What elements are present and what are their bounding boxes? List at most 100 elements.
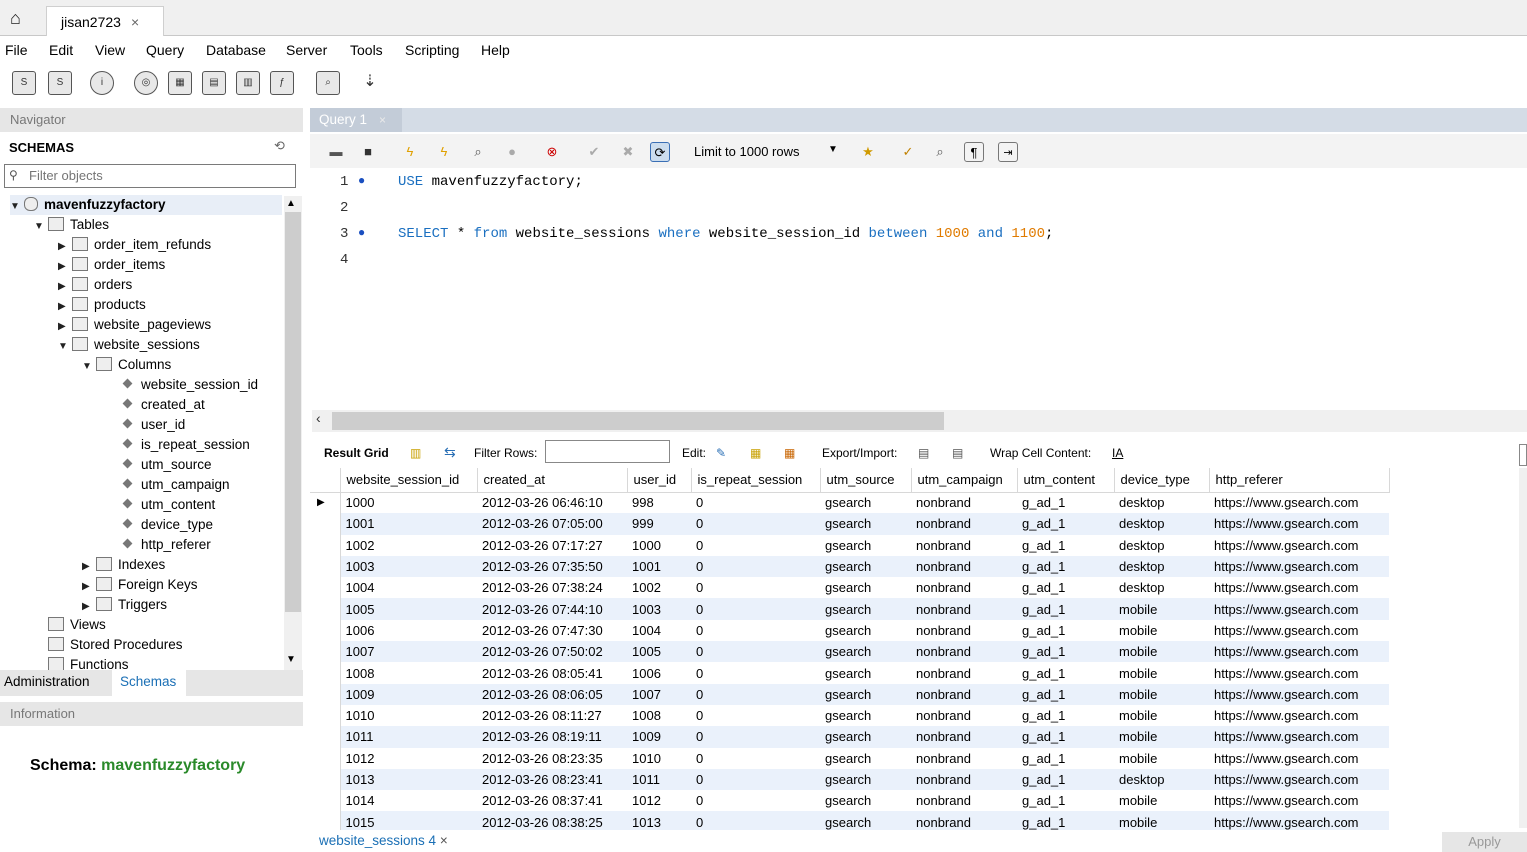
tree-column-item[interactable]: utm_content	[118, 495, 215, 515]
table-cell[interactable]: https://www.gsearch.com	[1209, 683, 1389, 705]
tree-foreign-keys-node[interactable]: ▶ Foreign Keys	[82, 575, 198, 595]
table-cell[interactable]: g_ad_1	[1017, 747, 1114, 769]
table-cell[interactable]: 2012-03-26 07:05:00	[477, 513, 627, 535]
autocommit-icon[interactable]: ⟳	[650, 142, 670, 162]
panel-toggle-icon[interactable]	[1519, 444, 1527, 466]
table-cell[interactable]: g_ad_1	[1017, 598, 1114, 620]
table-cell[interactable]: gsearch	[820, 641, 911, 663]
menu-edit[interactable]: Edit	[49, 42, 73, 58]
sql-editor[interactable]: 1 ● USE mavenfuzzyfactory; 2 3 ● SELECT …	[310, 168, 1527, 408]
table-cell[interactable]: 1003	[627, 598, 691, 620]
table-cell[interactable]: 1002	[627, 577, 691, 599]
table-cell[interactable]: 1004	[340, 577, 477, 599]
reconnect-icon[interactable]: ⇣	[358, 71, 382, 95]
table-cell[interactable]: nonbrand	[911, 619, 1017, 642]
create-view-icon[interactable]: ▤	[202, 71, 226, 95]
table-cell[interactable]: 1001	[340, 513, 477, 535]
table-cell[interactable]: 1013	[340, 768, 477, 791]
table-cell[interactable]: 1011	[627, 768, 691, 791]
execute-current-icon[interactable]: ϟ	[434, 142, 454, 162]
current-row-icon[interactable]: ▶	[310, 492, 341, 514]
table-cell[interactable]: 0	[691, 534, 820, 556]
close-icon[interactable]: ×	[379, 113, 386, 127]
table-cell[interactable]: g_ad_1	[1017, 790, 1114, 812]
create-table-icon[interactable]: ▦	[168, 71, 192, 95]
menu-file[interactable]: File	[5, 42, 28, 58]
table-row[interactable]: 1013 2012-03-26 08:23:41 1011 0 gsearch nonbr…	[310, 768, 1389, 791]
table-cell[interactable]: nonbrand	[911, 726, 1017, 748]
table-row[interactable]: 1005 2012-03-26 07:44:10 1003 0 gsearch nonbr…	[310, 598, 1389, 620]
invisible-chars-icon[interactable]: ¶	[964, 142, 984, 162]
stop-on-error-icon[interactable]: ⊗	[542, 142, 562, 162]
row-header[interactable]	[310, 619, 341, 642]
column-header[interactable]: device_type	[1114, 468, 1210, 493]
table-cell[interactable]: 2012-03-26 08:19:11	[477, 726, 627, 748]
row-header[interactable]	[310, 726, 341, 748]
table-cell[interactable]: gsearch	[820, 662, 911, 684]
table-cell[interactable]: g_ad_1	[1017, 662, 1114, 684]
table-cell[interactable]: g_ad_1	[1017, 704, 1114, 727]
table-cell[interactable]: desktop	[1114, 513, 1209, 535]
table-cell[interactable]: 1003	[340, 555, 477, 578]
table-row[interactable]: 1007 2012-03-26 07:50:02 1005 0 gsearch nonbr…	[310, 641, 1389, 663]
table-cell[interactable]: https://www.gsearch.com	[1209, 577, 1389, 599]
table-cell[interactable]: 2012-03-26 07:38:24	[477, 577, 627, 599]
export-icon[interactable]: ▤	[918, 446, 929, 460]
grid-view-icon[interactable]: ▥	[410, 446, 421, 460]
row-header[interactable]	[310, 747, 341, 769]
table-row[interactable]: 1010 2012-03-26 08:11:27 1008 0 gsearch nonbr…	[310, 704, 1389, 727]
table-cell[interactable]: nonbrand	[911, 534, 1017, 556]
table-cell[interactable]: 0	[691, 513, 820, 535]
table-cell[interactable]: mobile	[1114, 747, 1209, 769]
table-row[interactable]: 1001 2012-03-26 07:05:00 999 0 gsearch nonbra…	[310, 513, 1389, 535]
table-cell[interactable]: g_ad_1	[1017, 641, 1114, 663]
table-cell[interactable]: 2012-03-26 08:37:41	[477, 790, 627, 812]
filter-objects-field[interactable]: ⚲	[4, 164, 296, 188]
table-cell[interactable]: desktop	[1114, 768, 1209, 791]
scroll-left-icon[interactable]: ‹	[316, 410, 321, 426]
table-cell[interactable]: desktop	[1114, 492, 1209, 514]
filter-objects-input[interactable]	[29, 168, 289, 183]
menu-tools[interactable]: Tools	[350, 42, 383, 58]
column-header[interactable]: utm_source	[820, 468, 912, 493]
table-cell[interactable]: 1007	[340, 641, 477, 663]
table-cell[interactable]: https://www.gsearch.com	[1209, 555, 1389, 578]
table-cell[interactable]: 1010	[627, 747, 691, 769]
table-cell[interactable]: g_ad_1	[1017, 492, 1114, 514]
table-cell[interactable]: 0	[691, 555, 820, 578]
table-cell[interactable]: nonbrand	[911, 768, 1017, 791]
open-file-icon[interactable]: ▬	[326, 142, 346, 162]
tree-table-item[interactable]: ▼ website_sessions	[58, 335, 200, 355]
refresh-icon[interactable]: ⟲	[274, 138, 285, 154]
row-header[interactable]	[310, 811, 341, 830]
table-cell[interactable]: 2012-03-26 08:23:35	[477, 747, 627, 769]
table-cell[interactable]: 1009	[340, 683, 477, 705]
filter-rows-input[interactable]	[545, 440, 670, 463]
tree-indexes-node[interactable]: ▶ Indexes	[82, 555, 165, 575]
table-cell[interactable]: 1006	[340, 619, 477, 642]
table-cell[interactable]: mobile	[1114, 619, 1209, 642]
table-cell[interactable]: 0	[691, 683, 820, 705]
table-cell[interactable]: gsearch	[820, 555, 911, 578]
table-cell[interactable]: 0	[691, 747, 820, 769]
inspector-icon[interactable]: i	[90, 71, 114, 95]
table-cell[interactable]: g_ad_1	[1017, 555, 1114, 578]
table-cell[interactable]: desktop	[1114, 534, 1209, 556]
tree-column-item[interactable]: is_repeat_session	[118, 435, 250, 455]
table-cell[interactable]: https://www.gsearch.com	[1209, 726, 1389, 748]
row-header[interactable]	[310, 577, 341, 599]
row-header[interactable]	[310, 598, 341, 620]
rollback-icon[interactable]: ✖	[618, 142, 638, 162]
table-cell[interactable]: gsearch	[820, 513, 911, 535]
table-cell[interactable]: mobile	[1114, 811, 1209, 830]
find-icon[interactable]: ⌕	[930, 142, 950, 162]
refresh-results-icon[interactable]: ⇆	[444, 444, 456, 461]
table-cell[interactable]: gsearch	[820, 768, 911, 791]
row-header[interactable]	[310, 555, 341, 578]
table-cell[interactable]: 2012-03-26 08:06:05	[477, 683, 627, 705]
table-cell[interactable]: g_ad_1	[1017, 534, 1114, 556]
table-cell[interactable]: gsearch	[820, 598, 911, 620]
table-cell[interactable]: g_ad_1	[1017, 811, 1114, 830]
tree-table-item[interactable]: ▶ orders	[58, 275, 132, 295]
table-cell[interactable]: g_ad_1	[1017, 577, 1114, 599]
